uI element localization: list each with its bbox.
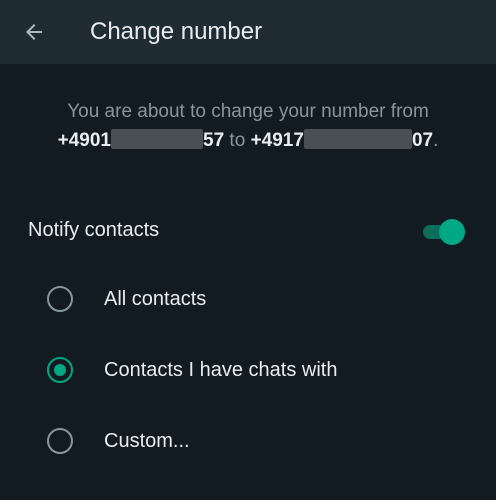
info-prefix: You are about to change your number from <box>67 101 429 122</box>
notify-contacts-toggle[interactable] <box>421 219 465 245</box>
option-label: Custom... <box>104 430 190 452</box>
change-number-info: You are about to change your number from… <box>0 97 496 155</box>
old-number-end: 57 <box>203 130 225 151</box>
redaction-mask <box>111 129 203 149</box>
option-all-contacts[interactable]: All contacts <box>0 269 496 329</box>
old-number-start: +4901 <box>57 130 111 151</box>
new-number: +4917 07 <box>250 129 434 151</box>
option-custom[interactable]: Custom... <box>0 411 496 471</box>
arrow-left-icon <box>26 24 42 40</box>
new-number-end: 07 <box>411 130 434 151</box>
option-contacts-with-chats[interactable]: Contacts I have chats with <box>0 340 496 400</box>
change-number-screen: Change number You are about to change yo… <box>0 0 496 500</box>
toggle-thumb <box>439 219 465 245</box>
radio-button[interactable] <box>47 286 73 312</box>
back-button[interactable] <box>14 12 54 52</box>
info-numbers: +4901 57 to +4917 07. <box>0 126 496 155</box>
option-label: All contacts <box>104 288 207 310</box>
radio-button-selected[interactable] <box>47 357 73 383</box>
info-suffix: . <box>433 130 439 151</box>
info-connector: to <box>229 130 246 151</box>
option-label: Contacts I have chats with <box>104 359 338 381</box>
new-number-start: +4917 <box>250 130 304 151</box>
old-number: +4901 57 <box>57 129 225 151</box>
app-bar: Change number <box>0 0 496 64</box>
radio-dot <box>54 364 66 376</box>
redaction-mask <box>303 129 412 149</box>
radio-button[interactable] <box>47 428 73 454</box>
notify-contacts-label: Notify contacts <box>28 219 160 241</box>
page-title: Change number <box>90 18 263 45</box>
notify-contacts-row[interactable]: Notify contacts <box>0 206 496 254</box>
